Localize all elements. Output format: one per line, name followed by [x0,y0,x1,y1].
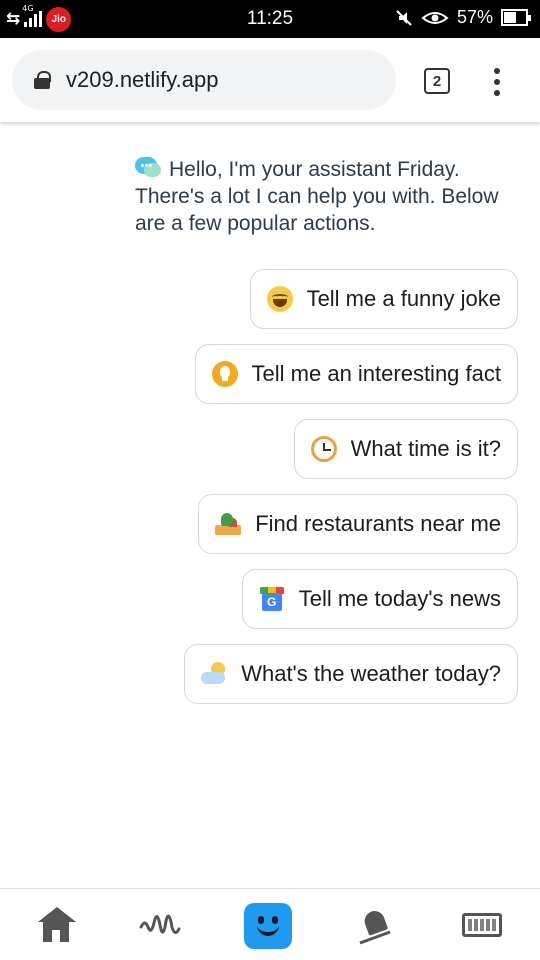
url-text: v209.netlify.app [66,67,219,92]
action-joke-button[interactable]: Tell me a funny joke [249,269,518,329]
action-restaurants-button[interactable]: Find restaurants near me [198,494,518,554]
status-right: 57% [395,7,531,28]
google-news-icon [258,586,285,612]
home-icon[interactable] [37,905,77,945]
action-label: Tell me a funny joke [306,286,501,311]
status-bar: ⇆ 4G Jio 11:25 57% [0,0,540,38]
laughing-face-icon [266,286,293,312]
assistant-face-icon[interactable] [244,903,292,949]
food-icon [215,511,242,537]
action-label: Tell me an interesting fact [251,361,501,386]
sun-cloud-icon [201,661,227,687]
action-time-button[interactable]: What time is it? [293,419,518,479]
greeting-text: Hello, I'm your assistant Friday. There'… [135,158,499,235]
address-bar[interactable]: v209.netlify.app [12,50,396,110]
action-weather-button[interactable]: What's the weather today? [184,644,518,704]
action-label: What's the weather today? [241,661,501,686]
waveform-icon[interactable] [139,905,181,945]
action-fact-button[interactable]: Tell me an interesting fact [194,344,518,404]
action-label: Find restaurants near me [255,511,501,536]
lightbulb-icon [211,361,238,387]
battery-icon [501,9,531,26]
chat-bubbles-icon [135,157,161,179]
action-label: Tell me today's news [298,586,501,611]
eye-comfort-icon [421,11,449,24]
tab-switcher-button[interactable]: 2 [424,68,450,94]
dot-icon [494,90,500,96]
assistant-greeting: Hello, I'm your assistant Friday. There'… [135,156,525,237]
bell-muted-icon[interactable] [356,905,396,945]
dot-icon [494,79,500,85]
browser-toolbar: v209.netlify.app 2 [0,38,540,122]
action-news-button[interactable]: Tell me today's news [241,569,518,629]
mute-icon [396,9,412,26]
battery-percent: 57% [456,7,493,27]
bottom-navigation [0,888,540,960]
more-menu-button[interactable] [492,68,502,96]
dot-icon [494,68,500,74]
keyboard-icon[interactable] [462,913,502,937]
lock-icon [34,71,51,89]
action-label: What time is it? [350,436,501,461]
clock-icon [310,436,337,462]
